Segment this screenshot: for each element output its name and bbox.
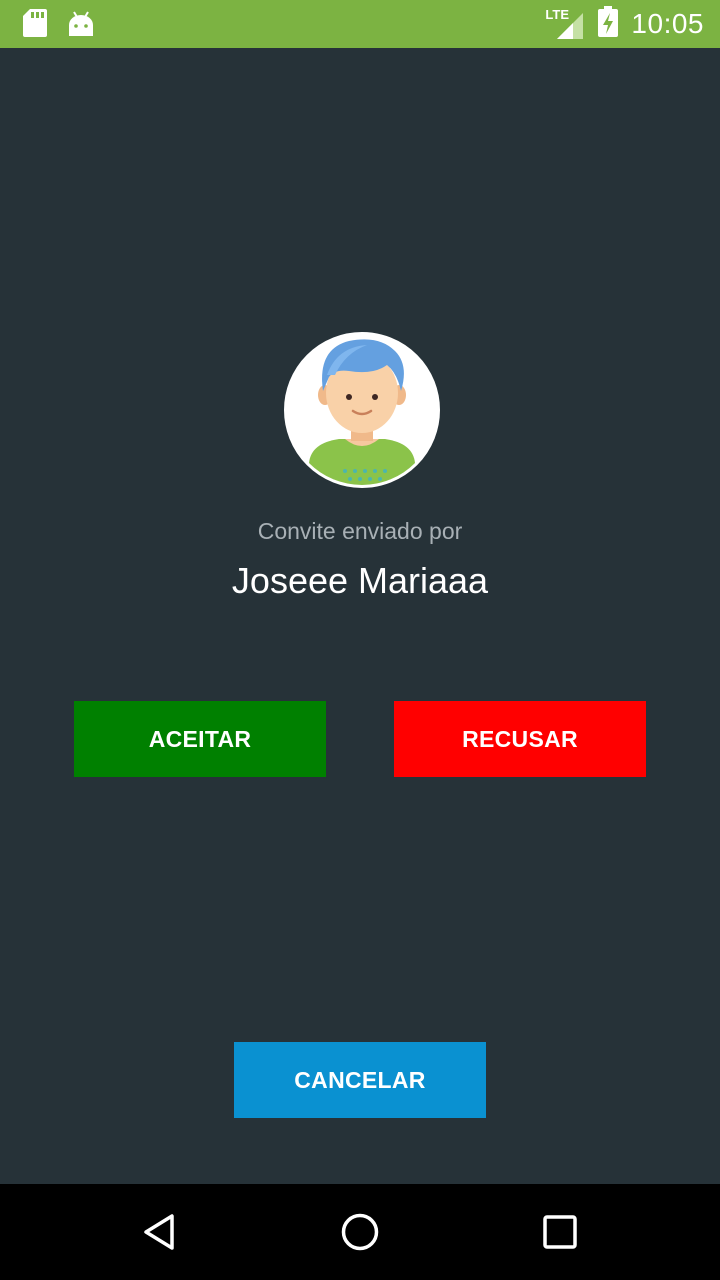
home-circle-icon[interactable] (336, 1208, 384, 1256)
invite-screen: Convite enviado por Joseee Mariaaa ACEIT… (0, 48, 720, 1184)
back-triangle-icon[interactable] (136, 1208, 184, 1256)
invite-subtitle: Convite enviado por (257, 518, 463, 544)
signal-icon: LTE (545, 7, 585, 41)
system-icons: LTE 10:05 (545, 5, 704, 43)
decline-button[interactable]: RECUSAR (394, 701, 646, 777)
android-icon (68, 8, 94, 43)
cancel-button[interactable]: CANCELAR (234, 1042, 486, 1118)
sd-card-icon (22, 8, 48, 43)
battery-charging-icon (597, 5, 619, 43)
navigation-bar (0, 1184, 720, 1280)
clock: 10:05 (631, 8, 704, 39)
sender-name: Joseee Mariaaa (231, 560, 489, 601)
avatar-boy-icon (287, 335, 437, 485)
notification-icons (22, 8, 94, 43)
avatar (284, 332, 440, 488)
accept-button[interactable]: ACEITAR (74, 701, 326, 777)
recents-square-icon[interactable] (536, 1208, 584, 1256)
status-bar: LTE 10:05 (0, 0, 720, 48)
